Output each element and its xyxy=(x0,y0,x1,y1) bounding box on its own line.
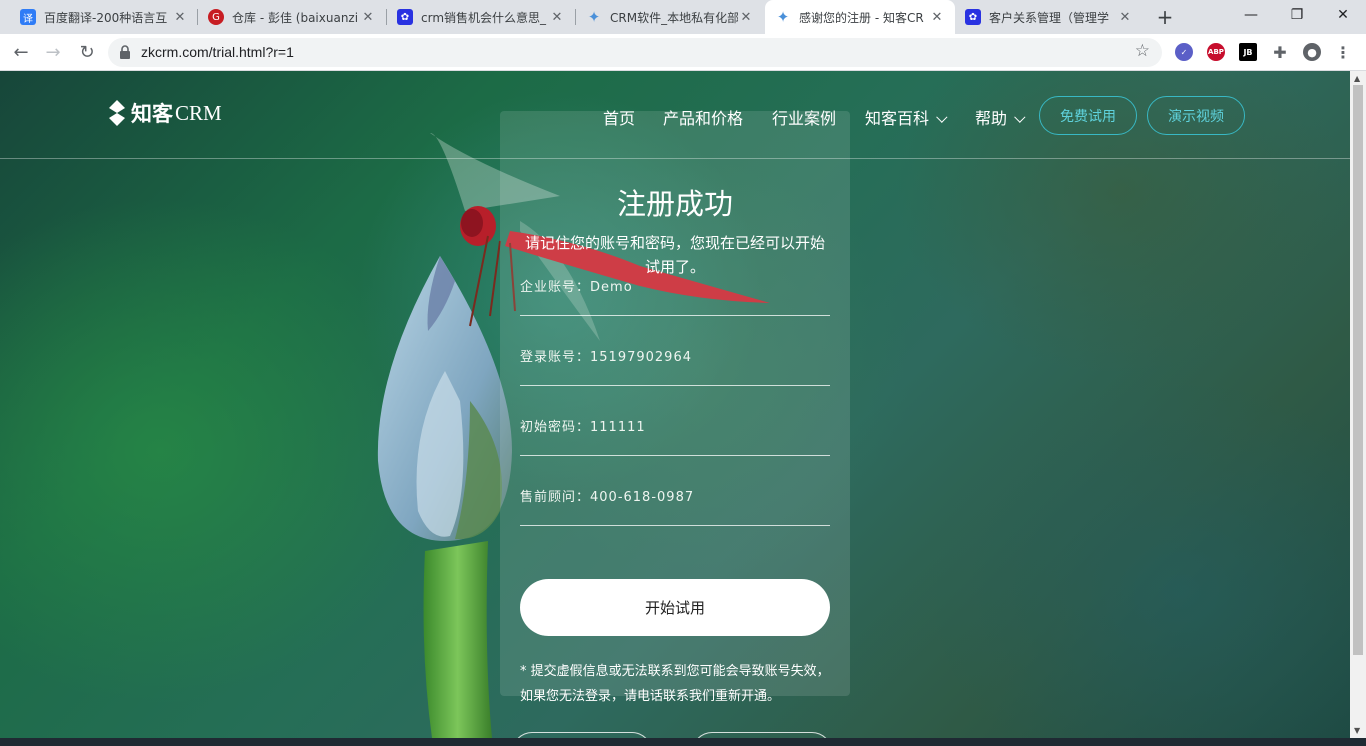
address-bar[interactable]: zkcrm.com/trial.html?r=1 ☆ xyxy=(108,38,1162,67)
browser-tab-6[interactable]: ✿ 客户关系管理（管理学 ✕ xyxy=(955,0,1143,34)
field-label: 企业账号： xyxy=(520,280,591,295)
scrollbar-thumb[interactable] xyxy=(1353,85,1363,655)
tab-title: CRM软件_本地私有化部 xyxy=(610,10,738,25)
disclaimer-note: * 提交虚假信息或无法联系到您可能会导致账号失效，如果您无法登录，请电话联系我们… xyxy=(520,664,830,704)
baidu-paw-icon: ✿ xyxy=(965,9,981,25)
logo-text-cn: 知客 xyxy=(131,102,173,126)
nav-wiki[interactable]: 知客百科 xyxy=(865,105,948,129)
profile-avatar-icon[interactable]: ● xyxy=(1303,43,1321,61)
browser-tab-4[interactable]: ✦ CRM软件_本地私有化部 ✕ xyxy=(576,0,764,34)
free-trial-button[interactable]: 免费试用 xyxy=(1039,96,1137,135)
more-menu-icon[interactable]: ⋮ xyxy=(1334,43,1352,62)
browser-tab-2[interactable]: G 仓库 - 彭佳 (baixuanzi ✕ xyxy=(198,0,386,34)
field-login-account: 登录账号：15197902964 xyxy=(520,346,830,386)
field-label: 售前顾问： xyxy=(520,490,591,505)
card-title: 注册成功 xyxy=(616,187,733,221)
nav-wiki-label: 知客百科 xyxy=(865,109,930,128)
tab-title: 百度翻译-200种语言互 xyxy=(44,10,168,25)
chevron-down-icon xyxy=(1014,111,1026,123)
field-label: 初始密码： xyxy=(520,420,591,435)
zkcrm-icon: ✦ xyxy=(776,8,790,26)
tab-title: crm销售机会什么意思_ xyxy=(421,10,547,25)
os-taskbar xyxy=(0,738,1366,746)
field-company-account: 企业账号：Demo xyxy=(520,276,830,316)
adblock-plus-icon[interactable]: ABP xyxy=(1207,43,1225,61)
field-value: Demo xyxy=(590,280,633,295)
baidu-paw-icon: ✿ xyxy=(397,9,413,25)
zkcrm-icon: ✦ xyxy=(587,8,601,26)
tab-title: 感谢您的注册 - 知客CR xyxy=(799,10,924,25)
page-scrollbar[interactable]: ▲ ▼ xyxy=(1350,71,1366,738)
close-icon[interactable]: ✕ xyxy=(1117,10,1133,25)
restore-icon[interactable]: ❐ xyxy=(1274,0,1320,30)
close-icon[interactable]: ✕ xyxy=(738,10,754,25)
demo-video-button[interactable]: 演示视频 xyxy=(1147,96,1245,135)
chevron-down-icon xyxy=(936,111,948,123)
browser-toolbar: ← → ↻ zkcrm.com/trial.html?r=1 ☆ ✓ ABP J… xyxy=(0,34,1366,71)
browser-tab-strip: 译 百度翻译-200种语言互 ✕ G 仓库 - 彭佳 (baixuanzi ✕ … xyxy=(0,0,1366,34)
field-sales-consultant: 售前顾问：400-618-0987 xyxy=(520,486,830,526)
close-window-icon[interactable]: ✕ xyxy=(1320,0,1366,30)
field-initial-password: 初始密码：111111 xyxy=(520,416,830,456)
scroll-down-icon[interactable]: ▼ xyxy=(1354,726,1360,735)
field-value: 15197902964 xyxy=(590,350,692,365)
scroll-up-icon[interactable]: ▲ xyxy=(1354,74,1360,83)
nav-help[interactable]: 帮助 xyxy=(975,105,1026,129)
close-icon[interactable]: ✕ xyxy=(929,10,945,25)
bookmark-star-icon[interactable]: ☆ xyxy=(1135,41,1150,61)
field-value: 111111 xyxy=(590,420,646,435)
minimize-icon[interactable]: — xyxy=(1228,0,1274,30)
jetbrains-icon[interactable]: JB xyxy=(1239,43,1257,61)
close-icon[interactable]: ✕ xyxy=(172,10,188,25)
registration-success-card: 注册成功 请记住您的账号和密码，您现在已经可以开始试用了。 企业账号：Demo … xyxy=(500,111,850,704)
logo-text-en: CRM xyxy=(175,100,222,125)
tab-title: 仓库 - 彭佳 (baixuanzi xyxy=(232,10,359,25)
url-text: zkcrm.com/trial.html?r=1 xyxy=(141,44,294,60)
site-logo[interactable]: 知客 CRM xyxy=(107,98,222,128)
card-subtitle: 请记住您的账号和密码，您现在已经可以开始试用了。 xyxy=(524,234,825,276)
back-icon[interactable]: ← xyxy=(8,40,34,66)
baidu-translate-icon: 译 xyxy=(20,9,36,25)
close-icon[interactable]: ✕ xyxy=(549,10,565,25)
page-viewport: 知客 CRM 首页 产品和价格 行业案例 知客百科 帮助 免费试用 演示视频 注… xyxy=(0,71,1350,738)
field-label: 登录账号： xyxy=(520,350,591,365)
browser-tab-3[interactable]: ✿ crm销售机会什么意思_ ✕ xyxy=(387,0,575,34)
extensions-puzzle-icon[interactable]: ✚ xyxy=(1271,43,1289,62)
checkmark-extension-icon[interactable]: ✓ xyxy=(1175,43,1193,61)
new-tab-button[interactable]: + xyxy=(1153,5,1177,29)
reload-icon[interactable]: ↻ xyxy=(74,40,100,66)
gitee-icon: G xyxy=(208,9,224,25)
browser-tab-1[interactable]: 译 百度翻译-200种语言互 ✕ xyxy=(10,0,198,34)
field-value: 400-618-0987 xyxy=(590,490,695,505)
forward-icon[interactable]: → xyxy=(40,40,66,66)
nav-help-label: 帮助 xyxy=(975,109,1008,128)
zkcrm-logo-icon xyxy=(109,100,125,126)
tab-title: 客户关系管理（管理学 xyxy=(989,10,1110,25)
close-icon[interactable]: ✕ xyxy=(360,10,376,25)
start-trial-button[interactable]: 开始试用 xyxy=(520,579,830,636)
lock-icon xyxy=(120,45,130,59)
browser-tab-active[interactable]: ✦ 感谢您的注册 - 知客CR ✕ xyxy=(765,0,955,34)
